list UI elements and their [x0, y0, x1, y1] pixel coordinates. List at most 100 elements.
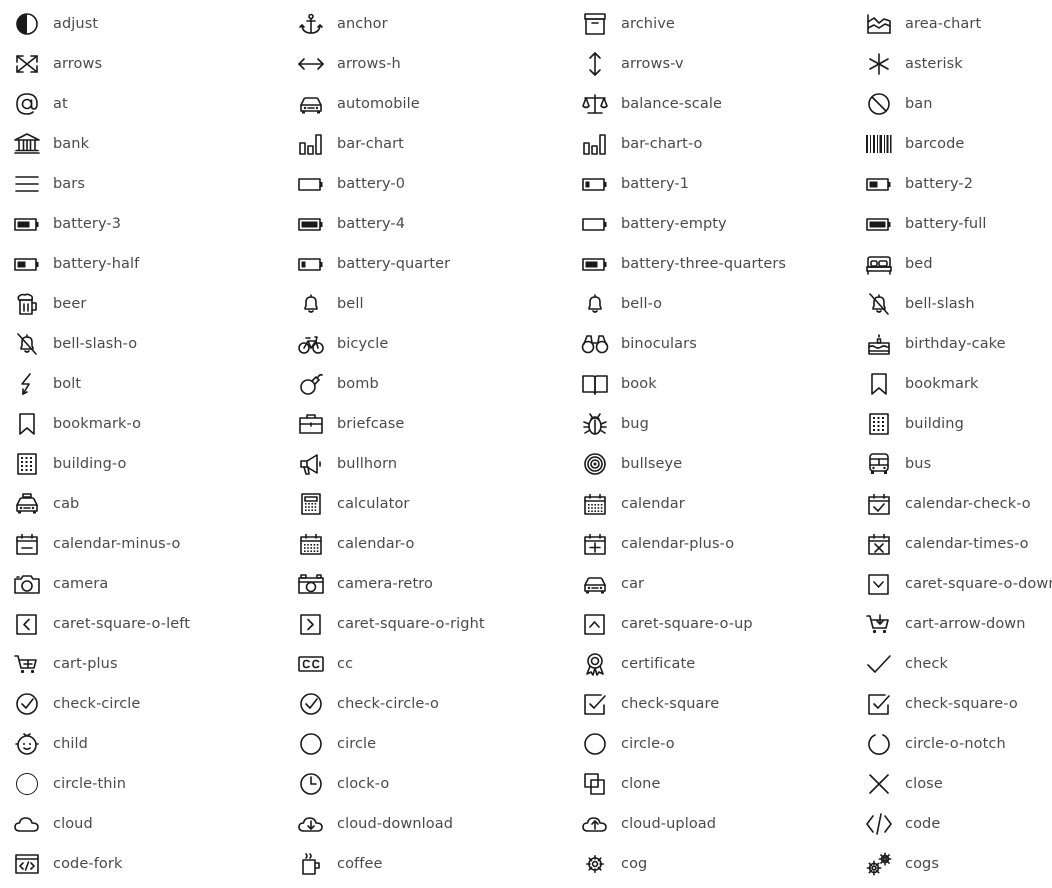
icon-item-caret-square-o-down[interactable]: caret-square-o-down — [852, 570, 1052, 598]
icon-item-caret-square-o-right[interactable]: caret-square-o-right — [284, 610, 564, 638]
icon-item-ban[interactable]: ban — [852, 90, 1052, 118]
icon-item-close[interactable]: close — [852, 770, 1052, 798]
icon-item-arrows[interactable]: arrows — [0, 50, 280, 78]
icon-item-battery-1[interactable]: battery-1 — [568, 170, 848, 198]
icon-item-bell-slash[interactable]: bell-slash — [852, 290, 1052, 318]
icon-item-battery-0[interactable]: battery-0 — [284, 170, 564, 198]
icon-item-battery-half[interactable]: battery-half — [0, 250, 280, 278]
icon-item-cc[interactable]: cc — [284, 650, 564, 678]
icon-item-arrows-v[interactable]: arrows-v — [568, 50, 848, 78]
icon-item-bullseye[interactable]: bullseye — [568, 450, 848, 478]
icon-item-bell-o[interactable]: bell-o — [568, 290, 848, 318]
icon-item-coffee[interactable]: coffee — [284, 850, 564, 878]
icon-item-bar-chart[interactable]: bar-chart — [284, 130, 564, 158]
icon-item-adjust[interactable]: adjust — [0, 10, 280, 38]
icon-item-camera-retro[interactable]: camera-retro — [284, 570, 564, 598]
icon-item-clock-o[interactable]: clock-o — [284, 770, 564, 798]
icon-item-asterisk[interactable]: asterisk — [852, 50, 1052, 78]
icon-item-code-fork[interactable]: code-fork — [0, 850, 280, 878]
icon-item-automobile[interactable]: automobile — [284, 90, 564, 118]
icon-item-beer[interactable]: beer — [0, 290, 280, 318]
icon-item-bars[interactable]: bars — [0, 170, 280, 198]
icon-item-check-square[interactable]: check-square — [568, 690, 848, 718]
icon-item-bell-slash-o[interactable]: bell-slash-o — [0, 330, 280, 358]
icon-label: ban — [905, 96, 933, 112]
icon-item-bus[interactable]: bus — [852, 450, 1052, 478]
icon-item-bicycle[interactable]: bicycle — [284, 330, 564, 358]
icon-item-calendar[interactable]: calendar — [568, 490, 848, 518]
icon-item-battery-quarter[interactable]: battery-quarter — [284, 250, 564, 278]
calendar-check-o-icon — [865, 492, 893, 516]
icon-item-battery-2[interactable]: battery-2 — [852, 170, 1052, 198]
icon-item-calendar-plus-o[interactable]: calendar-plus-o — [568, 530, 848, 558]
icon-label: code — [905, 816, 941, 832]
battery-quarter-icon — [297, 252, 325, 276]
icon-item-cab[interactable]: cab — [0, 490, 280, 518]
icon-item-cogs[interactable]: cogs — [852, 850, 1052, 878]
cart-arrow-down-icon — [865, 612, 893, 636]
icon-item-calculator[interactable]: calculator — [284, 490, 564, 518]
icon-label: check-square-o — [905, 696, 1018, 712]
icon-item-calendar-check-o[interactable]: calendar-check-o — [852, 490, 1052, 518]
icon-item-bed[interactable]: bed — [852, 250, 1052, 278]
icon-item-clone[interactable]: clone — [568, 770, 848, 798]
icon-item-cloud[interactable]: cloud — [0, 810, 280, 838]
icon-item-check[interactable]: check — [852, 650, 1052, 678]
icon-item-bookmark-o[interactable]: bookmark-o — [0, 410, 280, 438]
calendar-times-o-icon — [865, 532, 893, 556]
icon-item-battery-full[interactable]: battery-full — [852, 210, 1052, 238]
icon-item-area-chart[interactable]: area-chart — [852, 10, 1052, 38]
icon-item-code[interactable]: code — [852, 810, 1052, 838]
icon-item-balance-scale[interactable]: balance-scale — [568, 90, 848, 118]
icon-item-calendar-minus-o[interactable]: calendar-minus-o — [0, 530, 280, 558]
icon-item-cart-arrow-down[interactable]: cart-arrow-down — [852, 610, 1052, 638]
icon-item-circle-o-notch[interactable]: circle-o-notch — [852, 730, 1052, 758]
icon-item-circle-thin[interactable]: circle-thin — [0, 770, 280, 798]
icon-item-birthday-cake[interactable]: birthday-cake — [852, 330, 1052, 358]
icon-item-cloud-download[interactable]: cloud-download — [284, 810, 564, 838]
icon-item-child[interactable]: child — [0, 730, 280, 758]
icon-item-at[interactable]: at — [0, 90, 280, 118]
icon-item-barcode[interactable]: barcode — [852, 130, 1052, 158]
icon-item-arrows-h[interactable]: arrows-h — [284, 50, 564, 78]
bullhorn-icon — [297, 452, 325, 476]
icon-item-bug[interactable]: bug — [568, 410, 848, 438]
icon-item-bell[interactable]: bell — [284, 290, 564, 318]
icon-item-binoculars[interactable]: binoculars — [568, 330, 848, 358]
icon-item-cog[interactable]: cog — [568, 850, 848, 878]
icon-item-calendar-o[interactable]: calendar-o — [284, 530, 564, 558]
icon-item-battery-3[interactable]: battery-3 — [0, 210, 280, 238]
icon-item-book[interactable]: book — [568, 370, 848, 398]
battery-full-icon — [865, 212, 893, 236]
icon-item-battery-three-quarters[interactable]: battery-three-quarters — [568, 250, 848, 278]
icon-item-circle-o[interactable]: circle-o — [568, 730, 848, 758]
icon-item-car[interactable]: car — [568, 570, 848, 598]
icon-item-archive[interactable]: archive — [568, 10, 848, 38]
icon-item-briefcase[interactable]: briefcase — [284, 410, 564, 438]
icon-item-certificate[interactable]: certificate — [568, 650, 848, 678]
icon-item-calendar-times-o[interactable]: calendar-times-o — [852, 530, 1052, 558]
icon-item-check-circle[interactable]: check-circle — [0, 690, 280, 718]
icon-item-bookmark[interactable]: bookmark — [852, 370, 1052, 398]
icon-item-camera[interactable]: camera — [0, 570, 280, 598]
icon-item-bar-chart-o[interactable]: bar-chart-o — [568, 130, 848, 158]
icon-item-building-o[interactable]: building-o — [0, 450, 280, 478]
icon-item-check-circle-o[interactable]: check-circle-o — [284, 690, 564, 718]
icon-item-battery-4[interactable]: battery-4 — [284, 210, 564, 238]
icon-item-building[interactable]: building — [852, 410, 1052, 438]
icon-item-caret-square-o-up[interactable]: caret-square-o-up — [568, 610, 848, 638]
icon-item-bolt[interactable]: bolt — [0, 370, 280, 398]
icon-item-bank[interactable]: bank — [0, 130, 280, 158]
icon-item-anchor[interactable]: anchor — [284, 10, 564, 38]
icon-item-bomb[interactable]: bomb — [284, 370, 564, 398]
icon-item-circle[interactable]: circle — [284, 730, 564, 758]
icon-item-check-square-o[interactable]: check-square-o — [852, 690, 1052, 718]
icon-item-cloud-upload[interactable]: cloud-upload — [568, 810, 848, 838]
icon-item-battery-empty[interactable]: battery-empty — [568, 210, 848, 238]
icon-item-bullhorn[interactable]: bullhorn — [284, 450, 564, 478]
icon-label: battery-full — [905, 216, 987, 232]
icon-item-caret-square-o-left[interactable]: caret-square-o-left — [0, 610, 280, 638]
bullseye-icon — [581, 452, 609, 476]
icon-item-cart-plus[interactable]: cart-plus — [0, 650, 280, 678]
icon-label: bicycle — [337, 336, 389, 352]
